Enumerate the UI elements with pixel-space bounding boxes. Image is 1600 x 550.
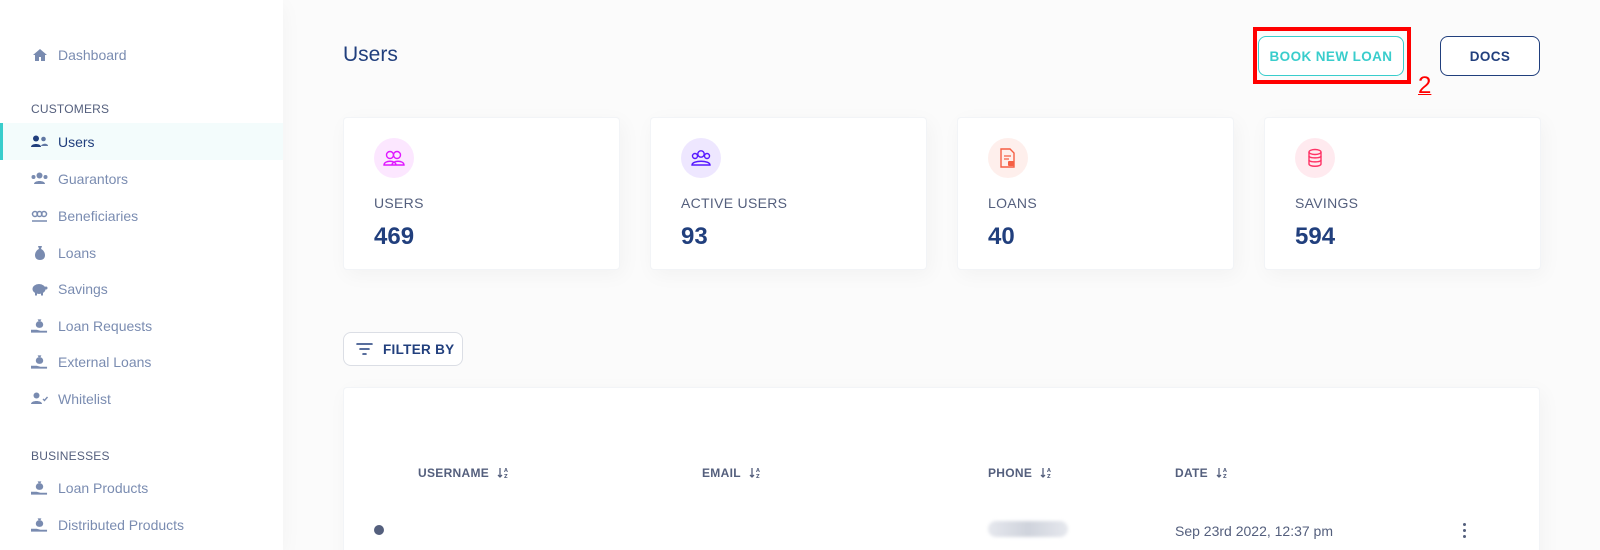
sidebar-item-beneficiaries[interactable]: Beneficiaries (0, 197, 283, 234)
users-icon (374, 138, 414, 178)
column-label: EMAIL (702, 466, 741, 480)
stat-card-active-users: ACTIVE USERS 93 (650, 117, 927, 270)
highlight-box (1253, 27, 1411, 84)
column-header-date[interactable]: DATE AZ (1175, 466, 1228, 480)
sidebar-item-label: Dashboard (58, 46, 127, 63)
stat-value: 40 (988, 223, 1015, 250)
column-header-email[interactable]: EMAIL AZ (702, 466, 761, 480)
row-actions-menu-icon[interactable] (1454, 518, 1474, 542)
sidebar-item-label: Distributed Products (58, 516, 185, 533)
svg-text:Z: Z (504, 474, 508, 479)
svg-text:Z: Z (756, 474, 760, 479)
sidebar-item-label: Loan Products (58, 479, 149, 496)
sidebar-item-label: Guarantors (58, 170, 129, 187)
coins-icon (1295, 138, 1335, 178)
sidebar-item-loan-requests[interactable]: Loan Requests (0, 307, 283, 344)
active-users-icon (681, 138, 721, 178)
beneficiaries-icon (31, 209, 48, 223)
sort-icon: AZ (497, 467, 509, 479)
stat-value: 469 (374, 223, 415, 250)
stat-card-loans: LOANS 40 (957, 117, 1234, 270)
filter-by-button[interactable]: FILTER BY (343, 332, 463, 366)
user-check-icon (31, 392, 48, 406)
section-businesses: BUSINESSES (31, 449, 110, 463)
sidebar-item-label: Whitelist (58, 390, 111, 407)
page-title: Users (343, 43, 398, 66)
annotation-marker: 2 (1418, 72, 1432, 99)
sidebar-item-external-loans[interactable]: External Loans (0, 343, 283, 380)
sidebar-item-label: Beneficiaries (58, 207, 139, 224)
stat-value: 93 (681, 223, 708, 250)
sort-icon: AZ (1216, 467, 1228, 479)
sidebar-item-dashboard[interactable]: Dashboard (0, 36, 283, 73)
hand-money-icon (31, 354, 48, 369)
sort-icon: AZ (1040, 467, 1052, 479)
users-icon (31, 135, 48, 149)
column-label: USERNAME (418, 466, 490, 480)
stat-value: 594 (1295, 223, 1336, 250)
sidebar-item-label: Savings (58, 280, 108, 297)
svg-text:Z: Z (1223, 474, 1227, 479)
stat-label: SAVINGS (1295, 195, 1359, 211)
sort-icon: AZ (749, 467, 761, 479)
stat-label: LOANS (988, 195, 1037, 211)
sidebar-item-label: Loans (58, 244, 97, 261)
hand-money-icon (31, 480, 48, 495)
stat-label: USERS (374, 195, 424, 211)
row-status-dot (374, 525, 384, 535)
filter-icon (356, 343, 373, 355)
hand-money-icon (31, 517, 48, 532)
loan-document-icon (988, 138, 1028, 178)
users-table: USERNAME AZ EMAIL AZ PHONE AZ DATE AZ Se… (343, 387, 1540, 550)
home-icon (31, 48, 48, 62)
column-label: PHONE (988, 466, 1033, 480)
sidebar: Dashboard CUSTOMERS Users Guarantors Ben… (0, 0, 283, 550)
column-label: DATE (1175, 466, 1208, 480)
sidebar-item-label: Loan Requests (58, 317, 153, 334)
sidebar-item-loan-products[interactable]: Loan Products (0, 469, 283, 506)
stat-card-savings: SAVINGS 594 (1264, 117, 1541, 270)
docs-button[interactable]: DOCS (1440, 36, 1540, 76)
hand-money-icon (31, 318, 48, 333)
column-header-phone[interactable]: PHONE AZ (988, 466, 1052, 480)
svg-text:Z: Z (1047, 474, 1051, 479)
piggy-bank-icon (31, 282, 48, 296)
sidebar-item-label: Users (58, 133, 95, 150)
guarantors-icon (31, 172, 48, 186)
stat-label: ACTIVE USERS (681, 195, 788, 211)
cell-phone-redacted (988, 521, 1068, 537)
loan-sack-icon (31, 245, 48, 260)
sidebar-item-users[interactable]: Users (0, 123, 283, 160)
section-customers: CUSTOMERS (31, 102, 110, 116)
column-header-username[interactable]: USERNAME AZ (418, 466, 509, 480)
sidebar-item-guarantors[interactable]: Guarantors (0, 160, 283, 197)
sidebar-item-savings[interactable]: Savings (0, 270, 283, 307)
sidebar-item-label: External Loans (58, 353, 152, 370)
sidebar-item-whitelist[interactable]: Whitelist (0, 380, 283, 417)
sidebar-item-distributed-products[interactable]: Distributed Products (0, 506, 283, 543)
stat-card-users: USERS 469 (343, 117, 620, 270)
cell-date: Sep 23rd 2022, 12:37 pm (1175, 523, 1334, 539)
filter-label: FILTER BY (383, 341, 455, 357)
sidebar-item-loans[interactable]: Loans (0, 234, 283, 271)
